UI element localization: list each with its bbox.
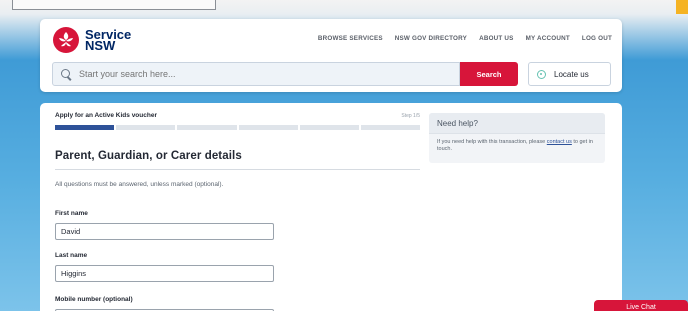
browser-tab-strip (12, 0, 216, 10)
first-name-field[interactable] (55, 223, 274, 240)
locate-us-button[interactable]: Locate us (528, 62, 611, 86)
search-field[interactable] (52, 62, 460, 86)
step-count: Step 1/5 (401, 112, 420, 119)
search-button[interactable]: Search (460, 62, 518, 86)
divider (55, 169, 420, 170)
contact-us-link[interactable]: contact us (547, 139, 572, 145)
step-title: Apply for an Active Kids voucher (55, 112, 157, 119)
progress-segment (238, 125, 298, 130)
search-bar: Search Locate us (52, 62, 612, 86)
nav-nsw-gov-directory[interactable]: NSW GOV DIRECTORY (395, 35, 467, 42)
help-title: Need help? (429, 113, 605, 134)
nav-browse-services[interactable]: BROWSE SERVICES (318, 35, 383, 42)
nav-my-account[interactable]: MY ACCOUNT (526, 35, 570, 42)
corner-tab[interactable] (676, 0, 688, 14)
help-panel: Need help? If you need help with this tr… (429, 113, 605, 163)
application-form-card: Apply for an Active Kids voucher Step 1/… (40, 103, 622, 311)
progress-segment (360, 125, 421, 130)
live-chat-button[interactable]: Live Chat (594, 300, 688, 311)
last-name-field[interactable] (55, 265, 274, 282)
site-header: Service NSW BROWSE SERVICES NSW GOV DIRE… (40, 19, 622, 92)
mobile-number-label: Mobile number (optional) (55, 296, 133, 303)
waratah-icon (53, 27, 79, 53)
first-name-group: First name (55, 202, 274, 240)
logo-wordmark: Service NSW (85, 28, 131, 52)
search-input[interactable] (79, 69, 429, 79)
mobile-number-group: Mobile number (optional) (55, 288, 274, 311)
locate-us-label: Locate us (554, 69, 589, 79)
form-column: Apply for an Active Kids voucher Step 1/… (55, 112, 421, 188)
location-pin-icon (537, 69, 546, 79)
help-text-before: If you need help with this transaction, … (437, 139, 547, 145)
search-icon (61, 68, 72, 80)
progress-segment (177, 125, 237, 130)
last-name-group: Last name (55, 244, 274, 282)
progress-segment (55, 125, 115, 130)
step-header: Apply for an Active Kids voucher Step 1/… (55, 112, 420, 119)
help-text: If you need help with this transaction, … (429, 134, 605, 153)
progress-segment (299, 125, 359, 130)
first-name-label: First name (55, 210, 88, 217)
progress-segment (116, 125, 176, 130)
progress-bar (55, 125, 421, 130)
page-title: Parent, Guardian, or Carer details (55, 150, 242, 162)
nav-log-out[interactable]: LOG OUT (582, 35, 612, 42)
main-nav: BROWSE SERVICES NSW GOV DIRECTORY ABOUT … (318, 35, 612, 42)
service-nsw-logo[interactable]: Service NSW (52, 26, 131, 54)
last-name-label: Last name (55, 252, 88, 259)
nav-about-us[interactable]: ABOUT US (479, 35, 513, 42)
form-instructions: All questions must be answered, unless m… (55, 181, 224, 188)
